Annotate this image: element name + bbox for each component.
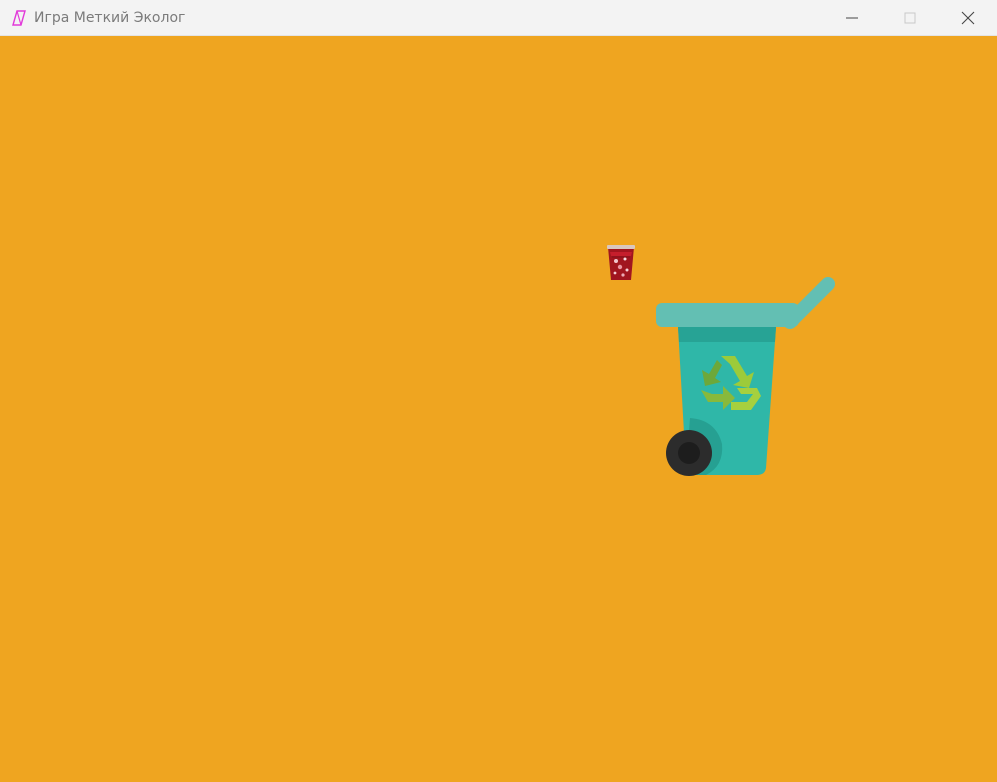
- title-bar[interactable]: Игра Меткий Эколог: [0, 0, 997, 36]
- maximize-button[interactable]: [881, 0, 939, 36]
- recycle-bin-icon[interactable]: [654, 268, 840, 478]
- close-button[interactable]: [939, 0, 997, 36]
- maximize-icon: [904, 12, 916, 24]
- window-controls: [823, 0, 997, 36]
- app-window: Игра Меткий Эколог: [0, 0, 997, 782]
- window-title: Игра Меткий Эколог: [34, 9, 186, 26]
- close-icon: [961, 11, 975, 25]
- game-canvas[interactable]: [0, 36, 997, 782]
- minimize-button[interactable]: [823, 0, 881, 36]
- app-icon: [10, 9, 28, 27]
- minimize-icon: [846, 17, 858, 19]
- paper-cup-icon[interactable]: [604, 244, 638, 282]
